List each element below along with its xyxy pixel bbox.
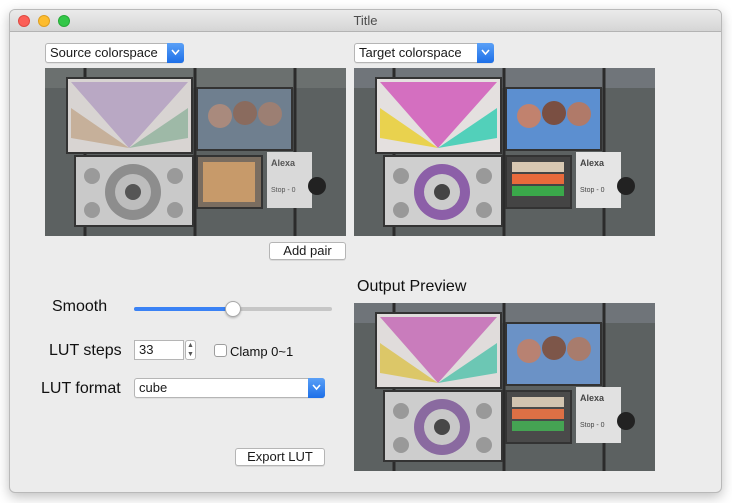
smooth-slider-fill <box>134 307 233 311</box>
source-colorspace-select[interactable]: Source colorspace <box>45 43 184 63</box>
export-lut-button[interactable]: Export LUT <box>235 448 325 466</box>
target-image[interactable]: Alexa Stop - 0 <box>354 68 655 236</box>
output-preview-heading: Output Preview <box>357 278 467 295</box>
chevron-down-icon[interactable]: ▼ <box>186 350 195 359</box>
lut-steps-stepper[interactable]: ▲ ▼ <box>185 340 196 360</box>
window-title: Title <box>353 13 378 28</box>
chevron-down-icon <box>308 378 325 398</box>
smooth-slider-knob[interactable] <box>225 301 241 317</box>
app-window: Title Source colorspace Target colorspac… <box>9 9 722 493</box>
chevron-up-icon[interactable]: ▲ <box>186 341 195 350</box>
smooth-label: Smooth <box>52 298 108 315</box>
target-colorspace-select[interactable]: Target colorspace <box>354 43 494 63</box>
source-image[interactable]: Alexa Stop - 0 <box>45 68 346 236</box>
target-colorspace-label: Target colorspace <box>359 45 462 60</box>
lut-steps-label: LUT steps <box>49 342 122 359</box>
clamp-checkbox[interactable] <box>214 344 227 357</box>
main-content: Source colorspace Target colorspace Alex… <box>10 33 721 492</box>
source-sign-brand: Alexa <box>271 158 296 168</box>
lut-format-value: cube <box>139 380 168 395</box>
preview-sign-stop: Stop - 0 <box>580 422 605 429</box>
lut-format-label: LUT format <box>41 380 121 397</box>
output-preview-image: Alexa Stop - 0 <box>354 303 655 471</box>
target-sign-stop: Stop - 0 <box>580 187 605 194</box>
preview-sign-brand: Alexa <box>580 393 605 403</box>
lut-format-select[interactable]: cube <box>134 378 325 398</box>
source-colorspace-label: Source colorspace <box>50 45 158 60</box>
chevron-down-icon <box>167 43 184 63</box>
target-sign-brand: Alexa <box>580 158 605 168</box>
source-sign-stop: Stop - 0 <box>271 187 296 194</box>
title-bar: Title <box>10 10 721 32</box>
clamp-label: Clamp 0~1 <box>230 344 294 359</box>
add-pair-button[interactable]: Add pair <box>269 242 346 260</box>
chevron-down-icon <box>477 43 494 63</box>
lut-steps-input[interactable]: 33 <box>134 340 184 360</box>
